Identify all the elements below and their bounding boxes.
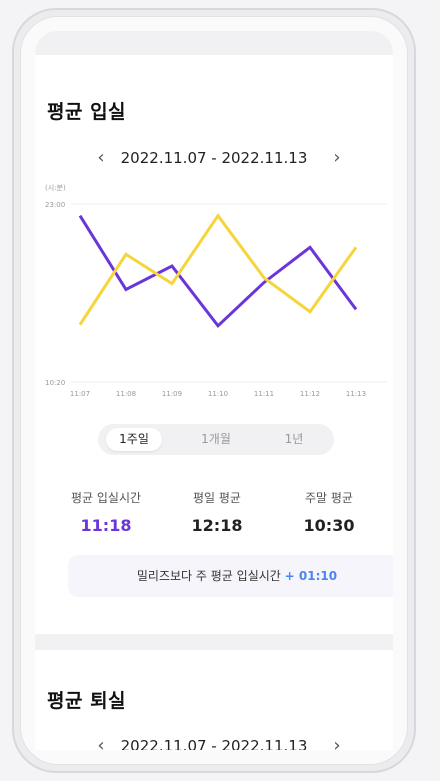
stat-label: 주말 평균	[305, 491, 353, 505]
date-navigator-checkout: ‹ 2022.11.07 - 2022.11.13 ›	[35, 735, 393, 750]
x-tick-label: 11:07	[70, 390, 90, 398]
tab-1month[interactable]: 1개월	[186, 428, 246, 451]
date-navigator: ‹ 2022.11.07 - 2022.11.13 ›	[35, 147, 393, 171]
x-tick-label: 11:09	[162, 390, 182, 398]
stat-value: 10:30	[303, 516, 355, 535]
comparison-banner: 밀리즈보다 주 평균 입실시간 + 01:10	[68, 555, 393, 597]
y-tick-label: 23:00	[45, 201, 65, 209]
tab-1year[interactable]: 1년	[264, 428, 324, 451]
comparison-diff: + 01:10	[284, 569, 338, 583]
phone-bezel: 평균 입실 ‹ 2022.11.07 - 2022.11.13 › (시:분) 2…	[20, 16, 408, 765]
series-line-0	[78, 214, 358, 329]
stat-weekday-average: 평일 평균 12:18	[162, 489, 272, 535]
x-tick-label: 11:13	[346, 390, 366, 398]
y-unit-label: (시:분)	[45, 184, 66, 192]
app-screen[interactable]: 평균 입실 ‹ 2022.11.07 - 2022.11.13 › (시:분) 2…	[35, 31, 393, 750]
x-tick-label: 11:10	[208, 390, 228, 398]
period-selector: 1주일 1개월 1년	[98, 424, 334, 455]
y-tick-label: 10:20	[45, 379, 65, 387]
tab-1week[interactable]: 1주일	[106, 428, 162, 451]
section-title-checkout: 평균 퇴실	[47, 690, 127, 712]
stat-label: 평균 입실시간	[70, 491, 142, 505]
chevron-right-icon[interactable]: ›	[327, 147, 347, 168]
stat-label: 평일 평균	[193, 491, 241, 505]
section-divider	[35, 634, 393, 650]
stat-weekend-average: 주말 평균 10:30	[274, 489, 384, 535]
comparison-text: 밀리즈보다 주 평균 입실시간	[136, 569, 281, 583]
stat-value: 12:18	[191, 516, 243, 535]
x-tick-label: 11:11	[254, 390, 274, 398]
checkin-line-chart: (시:분) 23:00 10:20 11:07 11:08 11:09 11:10 11:11…	[45, 184, 387, 398]
top-bar	[35, 31, 393, 55]
section-title-checkin: 평균 입실	[47, 101, 127, 123]
stat-average-checkin: 평균 입실시간 11:18	[51, 489, 161, 535]
x-tick-label: 11:12	[300, 390, 320, 398]
chevron-right-icon[interactable]: ›	[327, 735, 347, 750]
x-tick-label: 11:08	[116, 390, 136, 398]
stat-value: 11:18	[80, 516, 132, 535]
series-line-1	[78, 213, 358, 326]
phone-frame: 평균 입실 ‹ 2022.11.07 - 2022.11.13 › (시:분) 2…	[12, 8, 416, 773]
